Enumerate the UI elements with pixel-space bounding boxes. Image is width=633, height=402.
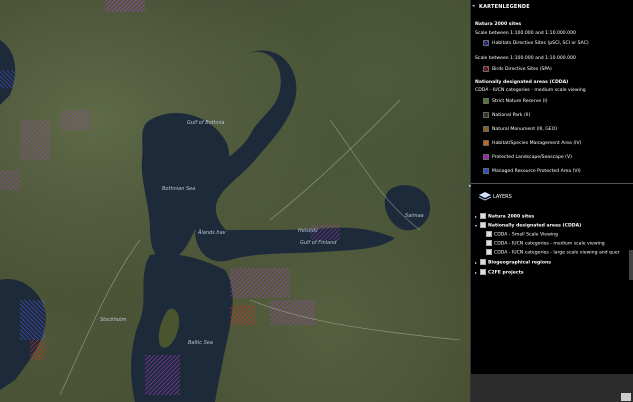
birds-swatch (483, 66, 489, 72)
layer-label: CDDA - Small Scale Viewing (494, 232, 558, 238)
natura-heading: Natura 2000 sites (475, 22, 522, 27)
protected-area (0, 70, 15, 88)
layer-label: Natura 2000 sites (488, 214, 535, 220)
legend-swatch (483, 140, 489, 146)
layer-node-biogeo[interactable]: ▸ Biogeographical regions (475, 259, 551, 266)
label-baltic-sea: Baltic Sea (188, 340, 213, 346)
birds-site (230, 305, 255, 325)
layer-checkbox[interactable] (480, 213, 486, 219)
legend-swatch (483, 168, 489, 174)
layer-label: C2FE projects (488, 270, 524, 276)
layer-checkbox[interactable] (480, 259, 486, 265)
layers-scrollbar[interactable] (629, 250, 633, 280)
birds-label: Birds Directive Sites (SPA) (492, 67, 552, 72)
layer-label: CDDA - IUCN categories - medium scale vi… (494, 241, 605, 247)
protected-area (270, 300, 315, 325)
label-gulf-of-finland: Gulf of Finland (300, 240, 337, 246)
map-view[interactable]: Gulf of Bothnia Bothnian Sea Ålands hav … (0, 0, 470, 402)
label-helsinki: Helsinki (298, 228, 318, 234)
protected-area (230, 268, 290, 298)
layer-checkbox[interactable] (486, 231, 492, 237)
layer-node-c2fe[interactable]: ▸ C2FE projects (475, 269, 524, 276)
cdda-heading: Nationally designated areas (CDDA) (475, 80, 569, 85)
protected-area (20, 300, 45, 340)
protected-area (20, 120, 50, 160)
water-lake (384, 185, 431, 231)
label-bothnian-sea: Bothnian Sea (162, 186, 196, 192)
label-aland-sea: Ålands hav (198, 230, 226, 236)
legend-item: National Park (II) (492, 113, 531, 118)
legend-swatch (483, 112, 489, 118)
status-bar (471, 374, 633, 402)
layer-checkbox[interactable] (486, 240, 492, 246)
layer-checkbox[interactable] (486, 249, 492, 255)
layer-label: Biogeographical regions (488, 260, 551, 266)
layer-node-cdda-small[interactable]: CDDA - Small Scale Viewing (486, 231, 558, 238)
cdda-subheading: CDDA - IUCN categories - medium scale vi… (475, 88, 586, 93)
scale-note: Scale between 1:100.000 and 1:10.000.000 (475, 56, 576, 61)
legend-item: Habitat/Species Management Area (IV) (492, 141, 582, 146)
protected-area (105, 0, 145, 12)
collapse-arrow-icon[interactable]: ◂ (472, 3, 476, 9)
legend-title: KARTENLEGENDE (479, 4, 530, 10)
layer-checkbox[interactable] (480, 222, 486, 228)
protected-area (145, 355, 180, 395)
layer-node-cdda-medium[interactable]: CDDA - IUCN categories - medium scale vi… (486, 240, 605, 247)
legend-swatch (483, 126, 489, 132)
legend-item: Natural Monument (III, GEO) (492, 127, 558, 132)
label-gulf-of-bothnia: Gulf of Bothnia (187, 120, 225, 126)
layer-node-cdda-large[interactable]: CDDA - IUCN categories - large scale vie… (486, 249, 620, 256)
layer-node-cdda[interactable]: ▾ Nationally designated areas (CDDA) (475, 222, 581, 229)
protected-area (60, 110, 90, 130)
layer-checkbox[interactable] (480, 269, 486, 275)
label-saimaa: Saimaa (405, 213, 424, 219)
legend-item: Strict Nature Reserve (I) (492, 99, 548, 104)
birds-site (30, 340, 45, 360)
legend-panel: ◂ KARTENLEGENDE Natura 2000 sites Scale … (469, 0, 633, 402)
legend-swatch (483, 98, 489, 104)
map-canvas (0, 0, 461, 402)
layers-title: LAYERS (493, 194, 512, 200)
expand-arrow-icon[interactable]: ▸ (469, 183, 473, 189)
protected-area (0, 170, 20, 190)
habitats-swatch (483, 40, 489, 46)
habitats-label: Habitats Directive Sites (pSCI, SCI or S… (492, 41, 589, 46)
layers-icon (479, 192, 491, 201)
overview-toggle-icon[interactable] (621, 393, 631, 401)
legend-swatch (483, 154, 489, 160)
layer-node-natura[interactable]: ▸ Natura 2000 sites (475, 213, 534, 220)
legend-item: Managed Resource Protected Area (VI) (492, 169, 581, 174)
panel-divider (471, 183, 633, 184)
road (269, 99, 401, 221)
layer-label: CDDA - IUCN categories - large scale vie… (494, 250, 620, 256)
scale-note: Scale between 1:100.000 and 1:10.000.000 (475, 31, 576, 36)
layer-label: Nationally designated areas (CDDA) (488, 223, 582, 229)
label-stockholm: Stockholm (100, 317, 127, 323)
legend-item: Protected Landscape/Seascape (V) (492, 155, 572, 160)
